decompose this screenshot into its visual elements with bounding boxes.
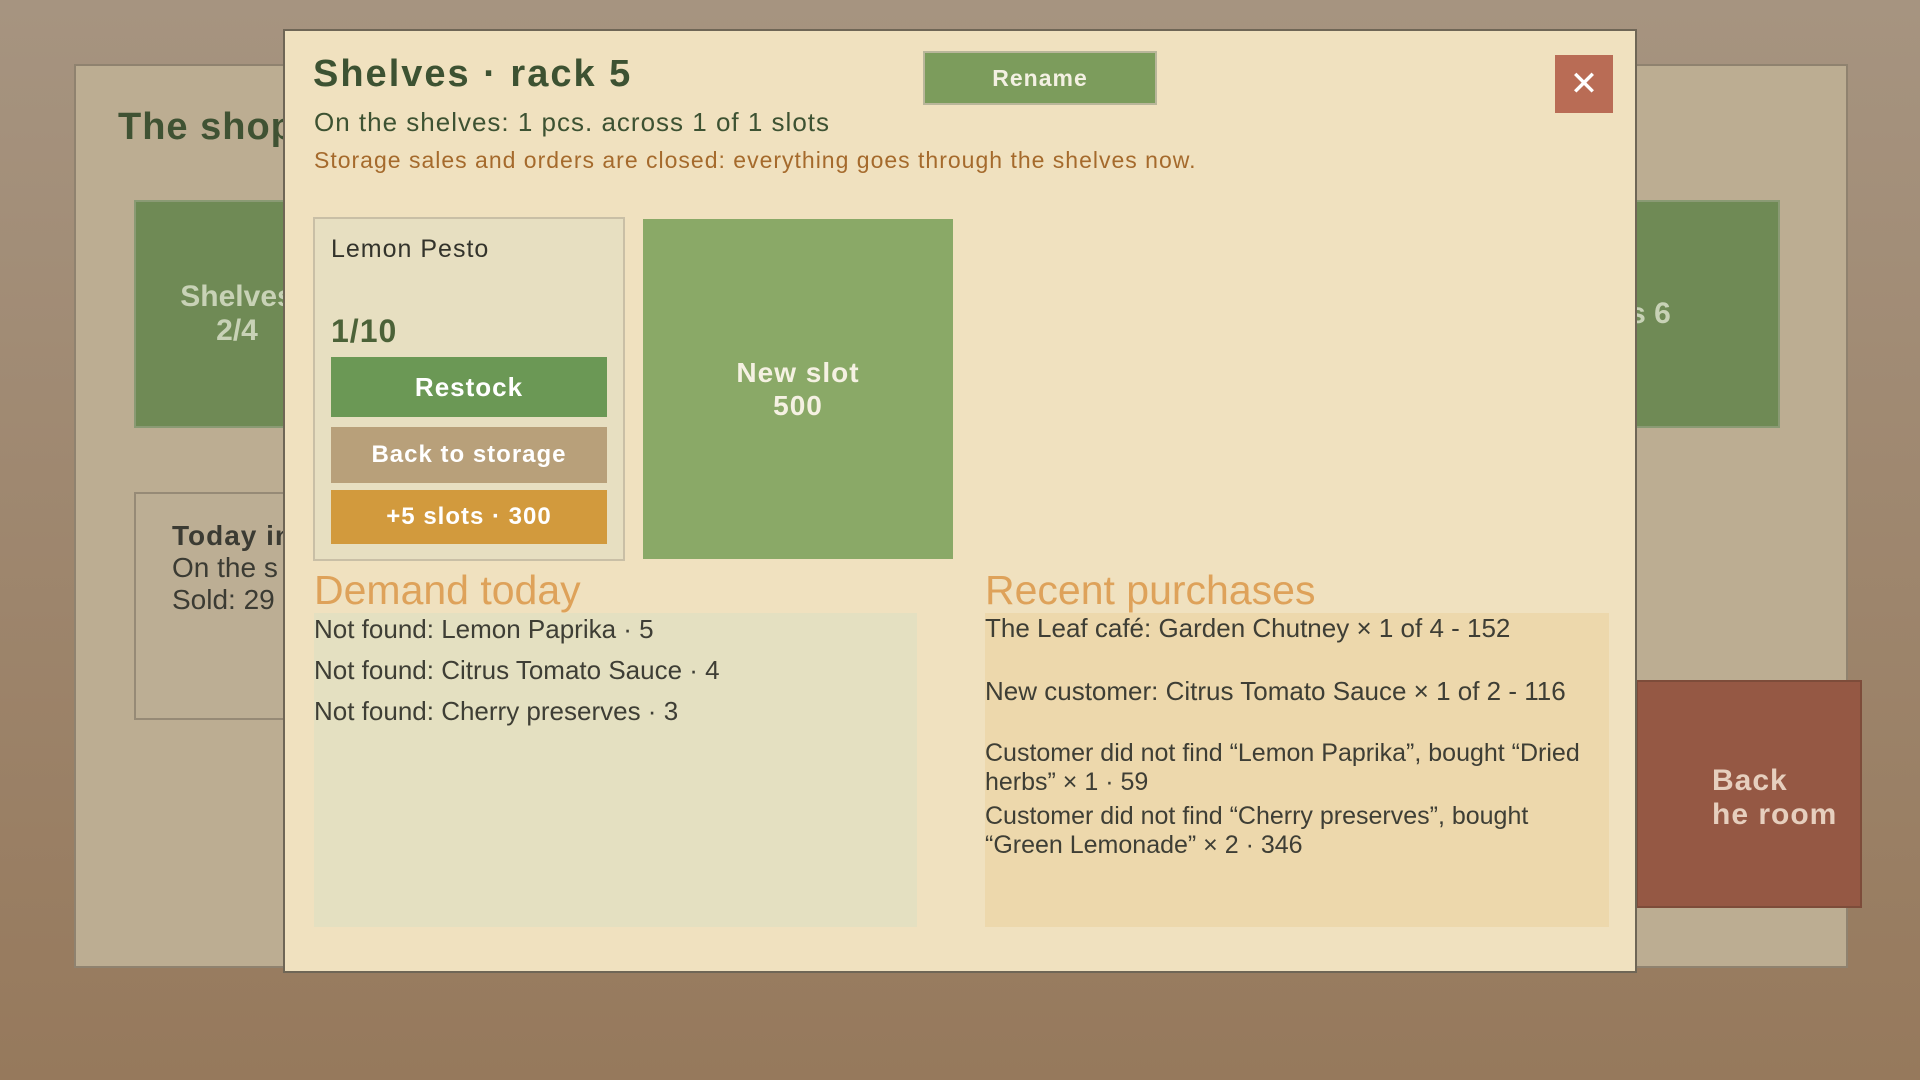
back-room-label-1: Back bbox=[1712, 764, 1788, 797]
add-slots-button[interactable]: +5 slots · 300 bbox=[331, 490, 607, 544]
purchases-list: The Leaf café: Garden Chutney × 1 of 4 -… bbox=[985, 613, 1609, 927]
shelves-modal: Shelves · rack 5 Rename ✕ On the shelves… bbox=[283, 29, 1637, 973]
restock-button[interactable]: Restock bbox=[331, 357, 607, 417]
back-room-label-2: he room bbox=[1712, 798, 1838, 831]
modal-title: Shelves · rack 5 bbox=[313, 53, 633, 95]
back-to-storage-button[interactable]: Back to storage bbox=[331, 427, 607, 483]
purchase-item: The Leaf café: Garden Chutney × 1 of 4 -… bbox=[985, 613, 1511, 643]
shop-title: The shop bbox=[118, 106, 295, 148]
purchase-item: Customer did not find “Lemon Paprika”, b… bbox=[985, 739, 1580, 796]
purchase-item: New customer: Citrus Tomato Sauce × 1 of… bbox=[985, 676, 1566, 706]
slot-product-name: Lemon Pesto bbox=[331, 235, 490, 263]
new-slot-price: 500 bbox=[773, 390, 823, 421]
rename-button[interactable]: Rename bbox=[923, 51, 1157, 105]
storage-notice: Storage sales and orders are closed: eve… bbox=[314, 147, 1197, 173]
demand-list: Not found: Lemon Paprika · 5 Not found: … bbox=[314, 613, 917, 927]
shelves-summary: On the shelves: 1 pcs. across 1 of 1 slo… bbox=[314, 107, 831, 137]
demand-title: Demand today bbox=[314, 567, 581, 613]
demand-item: Not found: Cherry preserves · 3 bbox=[314, 696, 679, 726]
slot-card: Lemon Pesto 1/10 Restock Back to storage… bbox=[313, 217, 625, 561]
slot-count: 1/10 bbox=[331, 313, 398, 349]
purchases-title: Recent purchases bbox=[985, 567, 1316, 613]
purchase-item: Customer did not find “Cherry preserves”… bbox=[985, 802, 1529, 859]
close-icon[interactable]: ✕ bbox=[1555, 55, 1613, 113]
demand-item: Not found: Lemon Paprika · 5 bbox=[314, 614, 654, 644]
demand-item: Not found: Citrus Tomato Sauce · 4 bbox=[314, 655, 720, 685]
new-slot-button[interactable]: New slot 500 bbox=[643, 219, 953, 559]
new-slot-label: New slot bbox=[736, 357, 860, 388]
back-to-room-button[interactable]: Back he room bbox=[1636, 680, 1862, 908]
